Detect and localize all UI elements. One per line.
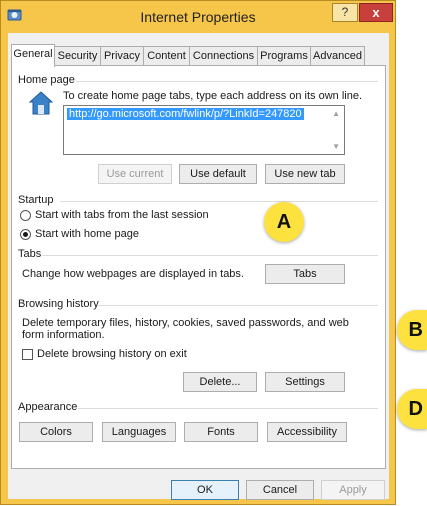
delete-on-exit-label[interactable]: Delete browsing history on exit [37,348,187,360]
group-divider [42,255,378,256]
browsing-history-description-line1: Delete temporary files, history, cookies… [22,317,349,329]
scroll-up-icon[interactable]: ▲ [332,109,340,118]
tab-general[interactable]: General [11,44,55,67]
use-current-button[interactable]: Use current [98,164,172,184]
scroll-down-icon[interactable]: ▼ [332,142,340,151]
tab-programs[interactable]: Programs [257,46,311,65]
internet-properties-window: Internet Properties ? x General Security… [0,0,396,505]
use-new-tab-button[interactable]: Use new tab [265,164,345,184]
home-page-url-value: http://go.microsoft.com/fwlink/p/?LinkId… [67,108,304,120]
delete-button[interactable]: Delete... [183,372,257,392]
cancel-button[interactable]: Cancel [246,480,314,500]
tabs-group-label: Tabs [18,248,42,260]
radio-home-page[interactable] [20,229,31,240]
languages-button[interactable]: Languages [102,422,176,442]
dialog-client: General Security Privacy Content Connect… [8,33,389,500]
browsing-history-settings-button[interactable]: Settings [265,372,345,392]
tabs-description: Change how webpages are displayed in tab… [22,268,244,280]
group-divider [78,408,378,409]
radio-last-session-label[interactable]: Start with tabs from the last session [35,209,209,221]
colors-button[interactable]: Colors [19,422,93,442]
home-page-group-label: Home page [18,74,75,86]
home-page-url-field[interactable]: http://go.microsoft.com/fwlink/p/?LinkId… [63,105,345,155]
callout-a: A [264,202,304,242]
callout-d: D [397,389,427,429]
house-icon [28,91,54,115]
delete-on-exit-checkbox[interactable] [22,349,33,360]
tabs-settings-button[interactable]: Tabs [265,264,345,284]
use-default-button[interactable]: Use default [179,164,257,184]
browsing-history-group-label: Browsing history [18,298,99,310]
fonts-button[interactable]: Fonts [184,422,258,442]
radio-home-page-label[interactable]: Start with home page [35,228,139,240]
tab-privacy[interactable]: Privacy [100,46,144,65]
group-divider [60,201,378,202]
tab-security[interactable]: Security [54,46,101,65]
group-divider [76,81,378,82]
title-bar[interactable]: Internet Properties ? x [1,1,395,33]
ok-button[interactable]: OK [171,480,239,500]
radio-last-session[interactable] [20,210,31,221]
startup-group-label: Startup [18,194,54,206]
accessibility-button[interactable]: Accessibility [267,422,347,442]
close-button[interactable]: x [359,3,393,22]
browsing-history-description-line2: form information. [22,329,105,341]
tab-connections[interactable]: Connections [189,46,258,65]
tab-strip: General Security Privacy Content Connect… [8,44,389,67]
general-tab-panel: Home page To create home page tabs, type… [11,65,386,469]
appearance-group-label: Appearance [18,401,78,413]
group-divider [98,305,378,306]
home-page-instruction: To create home page tabs, type each addr… [63,90,363,102]
tab-advanced[interactable]: Advanced [310,46,365,65]
apply-button[interactable]: Apply [321,480,385,500]
callout-b: B [397,310,427,350]
help-button[interactable]: ? [332,3,358,22]
tab-content[interactable]: Content [143,46,190,65]
